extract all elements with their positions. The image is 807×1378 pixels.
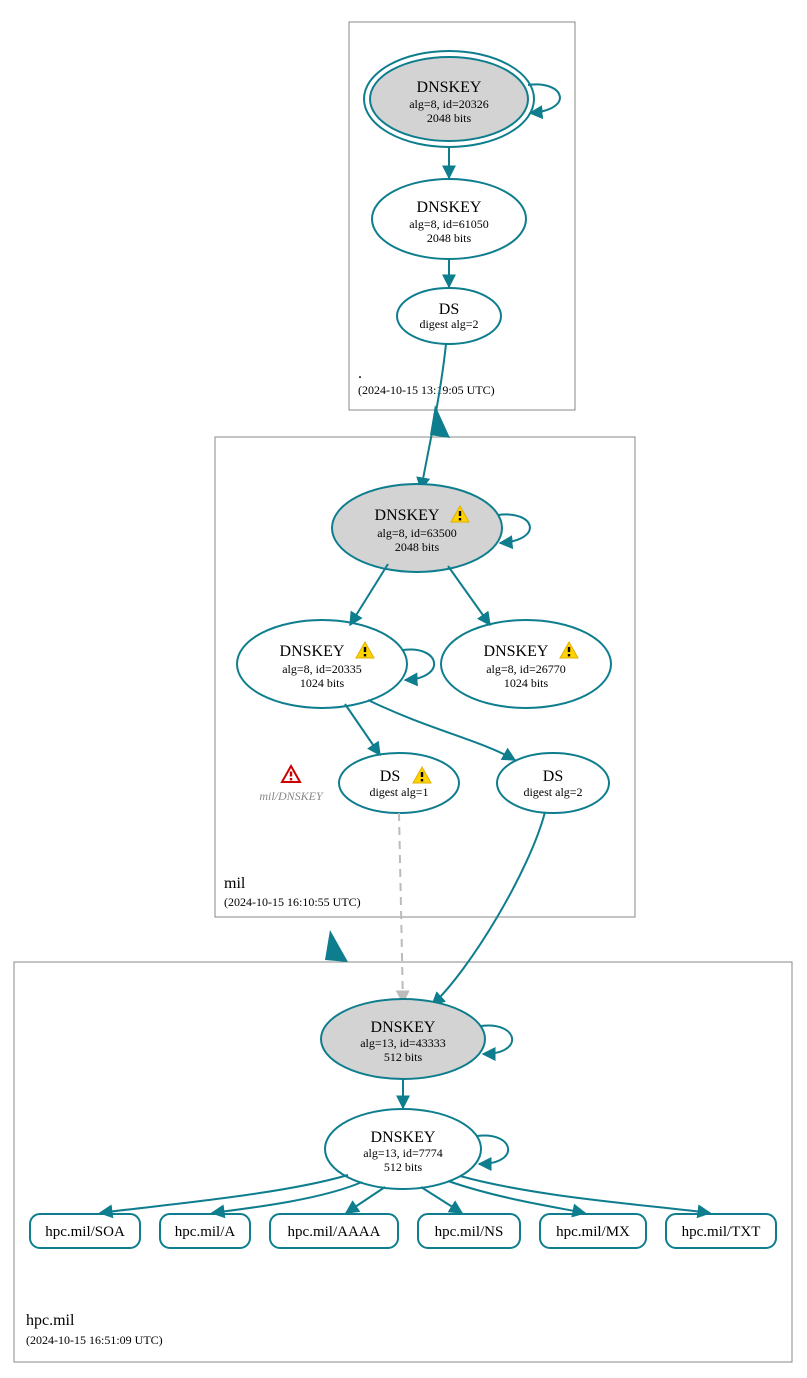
svg-text:512 bits: 512 bits <box>384 1050 423 1064</box>
zone-hpc-label: hpc.mil <box>26 1312 75 1329</box>
svg-text:DNSKEY: DNSKEY <box>371 1019 436 1036</box>
node-rr-soa: hpc.mil/SOA <box>30 1214 140 1248</box>
node-mil-ds-1: DS digest alg=1 <box>339 753 459 813</box>
edge-milk2-milds1 <box>345 704 380 755</box>
edge-milk2-milds2 <box>368 700 515 760</box>
edge-k2-soa <box>100 1175 348 1213</box>
svg-text:alg=8, id=20335: alg=8, id=20335 <box>282 662 362 676</box>
edge-milds1-hpck1-insecure <box>399 813 403 1003</box>
svg-text:DNSKEY: DNSKEY <box>371 1129 436 1146</box>
delegation-arrow-mil-hpc <box>325 930 348 962</box>
svg-text:2048 bits: 2048 bits <box>395 540 440 554</box>
node-rr-ns: hpc.mil/NS <box>418 1214 520 1248</box>
svg-text:alg=8, id=20326: alg=8, id=20326 <box>409 97 489 111</box>
edge-k2-ns <box>421 1187 462 1213</box>
svg-text:1024 bits: 1024 bits <box>504 676 549 690</box>
svg-text:hpc.mil/NS: hpc.mil/NS <box>435 1224 504 1240</box>
edge-k2-aaaa <box>346 1187 385 1213</box>
dnssec-graph: . (2024-10-15 13:19:05 UTC) DNSKEY alg=8… <box>0 0 807 1378</box>
node-rr-aaaa: hpc.mil/AAAA <box>270 1214 398 1248</box>
svg-text:2048 bits: 2048 bits <box>427 231 472 245</box>
svg-text:1024 bits: 1024 bits <box>300 676 345 690</box>
svg-text:DS: DS <box>439 301 459 318</box>
svg-text:digest alg=2: digest alg=2 <box>419 317 478 331</box>
svg-text:alg=8, id=26770: alg=8, id=26770 <box>486 662 566 676</box>
node-mil-dnskey-20335: DNSKEY alg=8, id=20335 1024 bits <box>237 620 407 708</box>
edge-milk1-milk3 <box>448 566 490 625</box>
svg-text:mil/DNSKEY: mil/DNSKEY <box>259 789 324 803</box>
node-root-ds: DS digest alg=2 <box>397 288 501 344</box>
error-icon <box>282 766 300 782</box>
svg-text:alg=8, id=61050: alg=8, id=61050 <box>409 217 489 231</box>
node-hpc-dnskey-43333: DNSKEY alg=13, id=43333 512 bits <box>321 999 485 1079</box>
zone-hpc-ts: (2024-10-15 16:51:09 UTC) <box>26 1333 163 1347</box>
svg-text:hpc.mil/SOA: hpc.mil/SOA <box>45 1224 125 1240</box>
edge-milds2-hpck1 <box>432 812 545 1005</box>
svg-text:DS: DS <box>543 768 563 785</box>
svg-text:DNSKEY: DNSKEY <box>417 199 482 216</box>
svg-text:DNSKEY: DNSKEY <box>280 643 345 660</box>
node-hpc-dnskey-7774: DNSKEY alg=13, id=7774 512 bits <box>325 1109 481 1189</box>
svg-text:digest alg=2: digest alg=2 <box>523 785 582 799</box>
svg-text:hpc.mil/MX: hpc.mil/MX <box>556 1224 630 1240</box>
svg-text:hpc.mil/TXT: hpc.mil/TXT <box>682 1224 761 1240</box>
svg-text:hpc.mil/AAAA: hpc.mil/AAAA <box>288 1224 381 1240</box>
edge-milk1-milk2 <box>350 564 388 625</box>
node-root-dnskey-61050: DNSKEY alg=8, id=61050 2048 bits <box>372 179 526 259</box>
svg-text:DNSKEY: DNSKEY <box>484 643 549 660</box>
svg-text:DNSKEY: DNSKEY <box>417 79 482 96</box>
node-rr-mx: hpc.mil/MX <box>540 1214 646 1248</box>
node-root-dnskey-20326: DNSKEY alg=8, id=20326 2048 bits <box>364 51 534 147</box>
zone-root-label: . <box>358 365 362 382</box>
svg-text:alg=13, id=7774: alg=13, id=7774 <box>363 1146 443 1160</box>
svg-text:DNSKEY: DNSKEY <box>375 507 440 524</box>
node-rr-a: hpc.mil/A <box>160 1214 250 1248</box>
zone-mil-ts: (2024-10-15 16:10:55 UTC) <box>224 895 361 909</box>
svg-text:hpc.mil/A: hpc.mil/A <box>175 1224 236 1240</box>
node-mil-dnskey-63500: DNSKEY alg=8, id=63500 2048 bits <box>332 484 502 572</box>
zone-mil-label: mil <box>224 875 246 892</box>
node-rr-txt: hpc.mil/TXT <box>666 1214 776 1248</box>
node-mil-dnskey-26770: DNSKEY alg=8, id=26770 1024 bits <box>441 620 611 708</box>
svg-text:2048 bits: 2048 bits <box>427 111 472 125</box>
zone-root-ts: (2024-10-15 13:19:05 UTC) <box>358 383 495 397</box>
svg-text:512 bits: 512 bits <box>384 1160 423 1174</box>
node-mil-ds-2: DS digest alg=2 <box>497 753 609 813</box>
svg-text:DS: DS <box>380 768 400 785</box>
svg-text:alg=8, id=63500: alg=8, id=63500 <box>377 526 457 540</box>
svg-text:alg=13, id=43333: alg=13, id=43333 <box>360 1036 446 1050</box>
node-mil-error: mil/DNSKEY <box>259 766 324 803</box>
svg-text:digest alg=1: digest alg=1 <box>369 785 428 799</box>
